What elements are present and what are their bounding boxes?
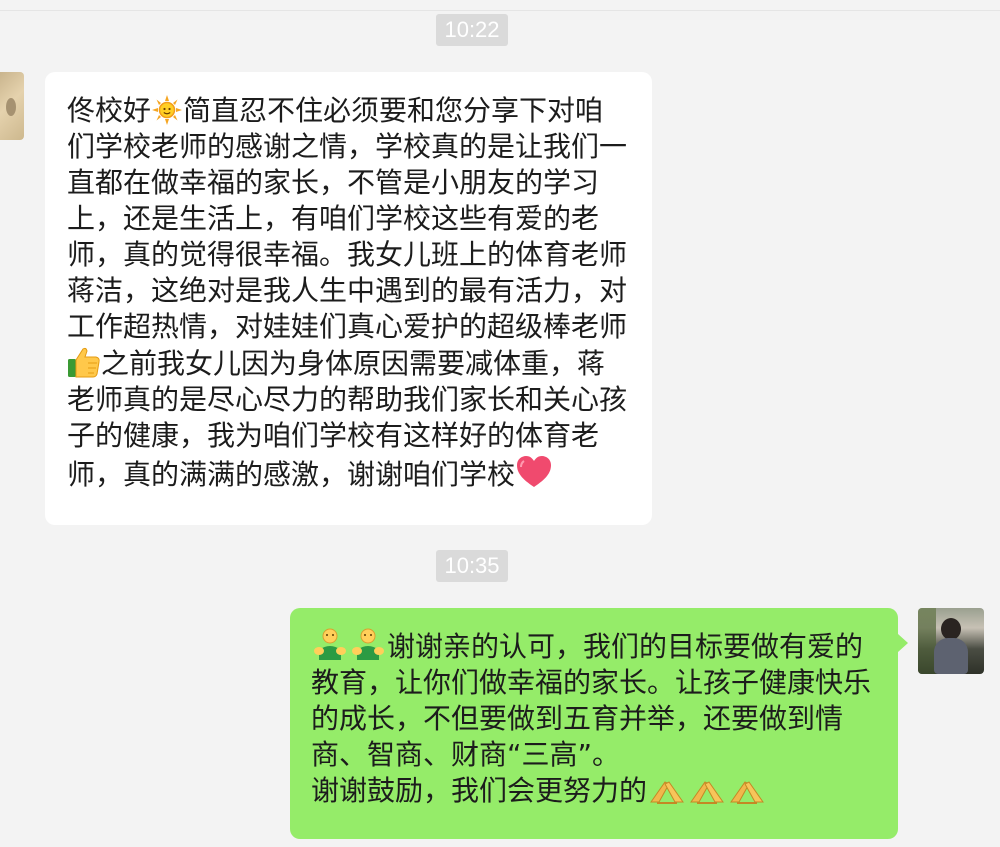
sun-emoji-icon bbox=[152, 95, 183, 125]
sent-message-bubble[interactable]: 谢谢亲的认可，我们的目标要做有爱的教育，让你们做幸福的家长。让孩子健康快乐的成长… bbox=[290, 608, 898, 839]
sent-bubble-tail bbox=[898, 634, 908, 652]
user-avatar[interactable] bbox=[918, 608, 984, 674]
received-message-text-part1: 佟校好 bbox=[67, 94, 152, 127]
thumbs-up-emoji-icon bbox=[68, 347, 100, 378]
top-divider bbox=[0, 10, 1000, 11]
sent-message-text-line1: 谢谢亲的认可，我们的目标要做有爱的教育，让你们做幸福的家长。让孩子健康快乐的成长… bbox=[311, 630, 872, 771]
timestamp-first: 10:22 bbox=[436, 14, 508, 46]
received-message-text-part2: 简直忍不住必须要和您分享下对咱们学校老师的感谢之情，学校真的是让我们一直都在做幸… bbox=[67, 94, 628, 343]
heart-emoji-icon bbox=[517, 456, 552, 487]
pray-emoji-icon bbox=[730, 781, 764, 804]
avatar-body bbox=[934, 638, 968, 674]
avatar-detail bbox=[6, 98, 16, 116]
chat-window: 10:22 佟校好 简直忍不住必须要和您分享下对咱们学校老师的感谢之情，学校真的… bbox=[0, 0, 1000, 847]
timestamp-second: 10:35 bbox=[436, 550, 508, 582]
received-message-bubble[interactable]: 佟校好 简直忍不住必须要和您分享下对咱们学校老师的感谢之情，学校真的是让我们一直… bbox=[45, 72, 652, 525]
pray-emoji-icon bbox=[690, 781, 724, 804]
hug-emoji-icon bbox=[314, 628, 346, 660]
hug-emoji-icon bbox=[352, 628, 384, 660]
sender-avatar[interactable] bbox=[0, 72, 24, 140]
sent-message-text-line2: 谢谢鼓励，我们会更努力的 bbox=[311, 774, 648, 807]
avatar-head bbox=[941, 618, 961, 640]
pray-emoji-icon bbox=[650, 781, 684, 804]
